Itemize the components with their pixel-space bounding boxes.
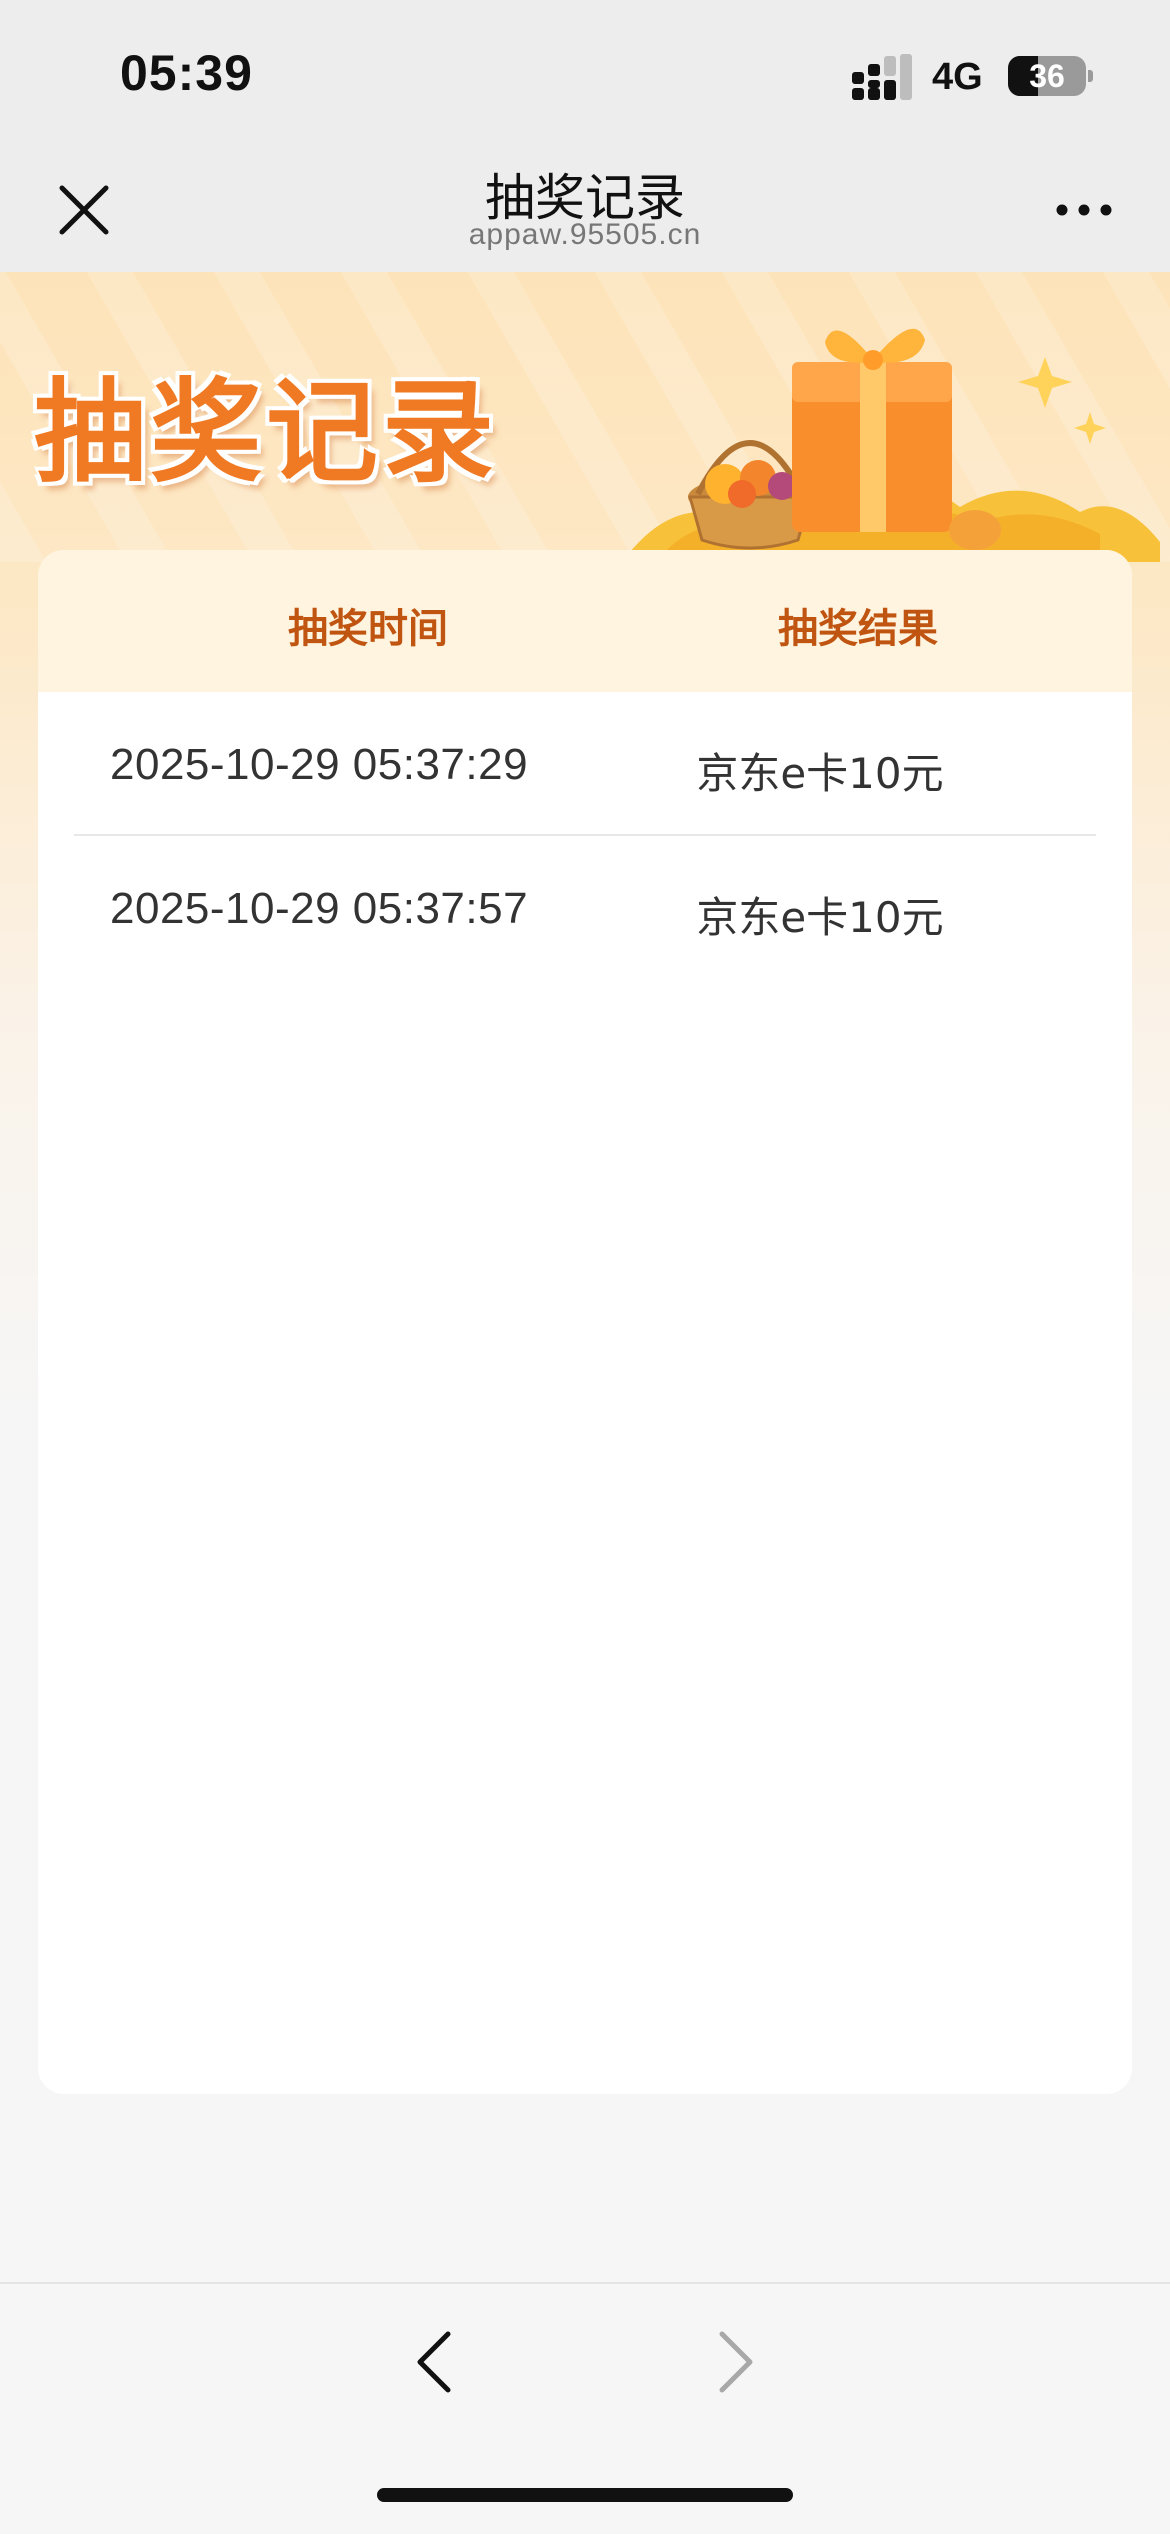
page-domain: appaw.95505.cn bbox=[468, 218, 702, 251]
table-row: 2025-10-29 05:37:57 京东e卡10元 bbox=[74, 836, 1096, 980]
column-header-time: 抽奖时间 bbox=[288, 606, 448, 652]
column-header-result: 抽奖结果 bbox=[778, 606, 938, 652]
battery-icon: 36 bbox=[1008, 56, 1086, 96]
status-bar: 05:39 4G 36 bbox=[0, 0, 1170, 150]
network-type: 4G bbox=[932, 56, 983, 98]
gift-illustration bbox=[630, 328, 1160, 562]
status-time: 05:39 bbox=[120, 45, 253, 101]
more-icon[interactable] bbox=[1052, 190, 1116, 230]
table-row: 2025-10-29 05:37:29 京东e卡10元 bbox=[74, 692, 1096, 836]
nav-bar: 抽奖记录 appaw.95505.cn bbox=[0, 150, 1170, 272]
records-card: 抽奖时间 抽奖结果 2025-10-29 05:37:29 京东e卡10元 20… bbox=[38, 550, 1132, 2094]
draw-time: 2025-10-29 05:37:57 bbox=[110, 884, 529, 933]
draw-result: 京东e卡10元 bbox=[696, 749, 944, 798]
battery-level: 36 bbox=[1029, 58, 1065, 94]
signal-icon bbox=[852, 54, 912, 100]
table-header: 抽奖时间 抽奖结果 bbox=[38, 550, 1132, 692]
back-arrow-icon[interactable] bbox=[404, 2324, 464, 2400]
battery-cap bbox=[1088, 70, 1093, 82]
home-indicator bbox=[377, 2488, 793, 2502]
draw-result: 京东e卡10元 bbox=[696, 893, 944, 942]
banner-title: 抽奖记录 bbox=[34, 367, 498, 498]
draw-time: 2025-10-29 05:37:29 bbox=[110, 740, 529, 789]
banner: 抽奖记录 bbox=[0, 272, 1170, 562]
forward-arrow-icon[interactable] bbox=[706, 2324, 766, 2400]
